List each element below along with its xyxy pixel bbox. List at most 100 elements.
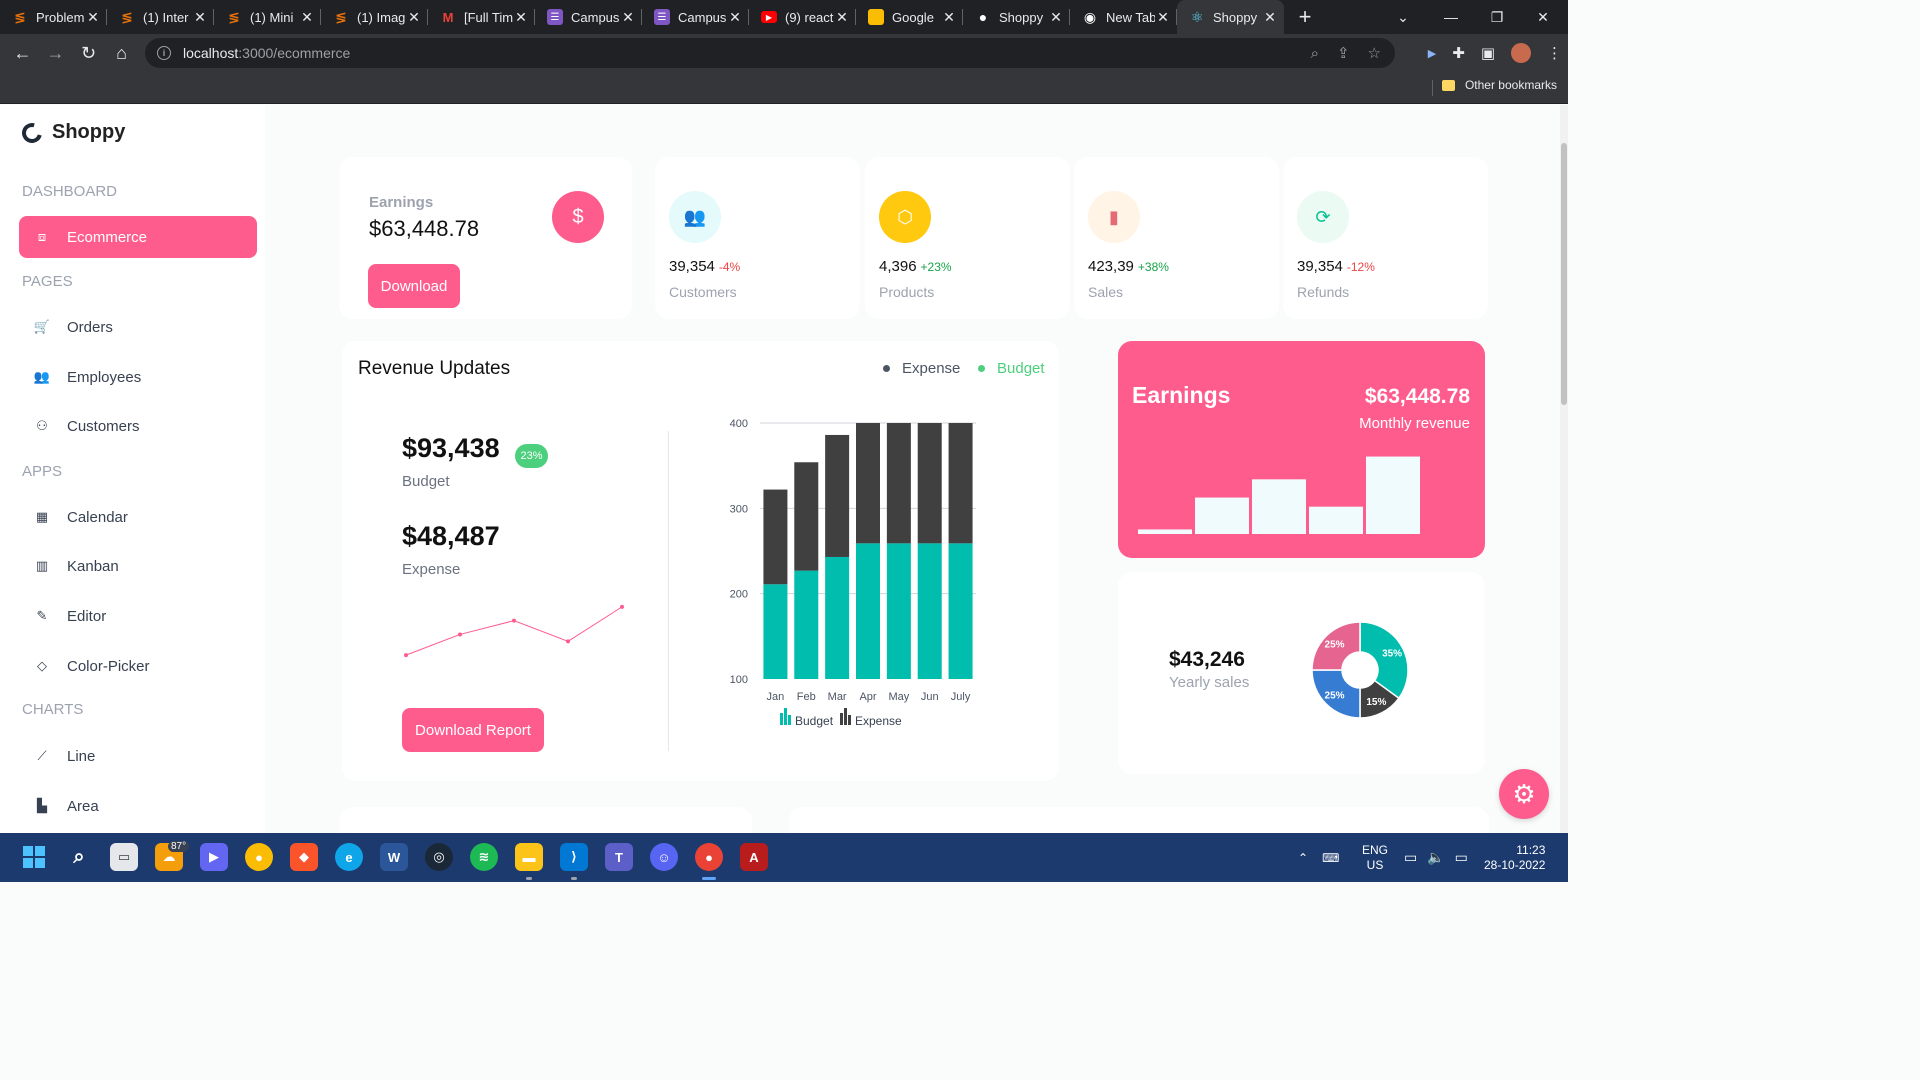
site-info-icon[interactable]: i — [157, 46, 171, 60]
brand[interactable]: Shoppy — [18, 118, 125, 147]
steam-icon[interactable]: ◎ — [425, 843, 453, 871]
close-tab-icon[interactable]: ✕ — [406, 9, 422, 26]
brave-icon[interactable]: ◆ — [290, 843, 318, 871]
back-icon[interactable]: ← — [6, 34, 39, 72]
monthly-bar[interactable] — [1309, 506, 1363, 534]
sidebar-item-calendar[interactable]: ▦ Calendar — [19, 496, 257, 538]
close-tab-icon[interactable]: ✕ — [192, 9, 208, 26]
network-icon[interactable]: ▭ — [1404, 849, 1417, 866]
task-view-icon[interactable]: ▭ — [110, 843, 138, 871]
monthly-bar[interactable] — [1138, 529, 1192, 534]
browser-tab[interactable]: M [Full Tim ✕ — [428, 0, 535, 34]
vscode-icon[interactable]: ⟩ — [560, 843, 588, 871]
monthly-bar[interactable] — [1252, 479, 1306, 534]
zoom-icon[interactable]: ⌕ — [1311, 45, 1319, 62]
keyboard-icon[interactable]: ⌨ — [1322, 851, 1339, 865]
browser-tab[interactable]: ☰ Campus ✕ — [535, 0, 642, 34]
close-tab-icon[interactable]: ✕ — [727, 9, 743, 26]
teams-chat-icon[interactable]: ▶ — [200, 843, 228, 871]
sidebar-item-ecommerce[interactable]: ⧈ Ecommerce — [19, 216, 257, 258]
sidebar-item-line[interactable]: ⟋ Line — [19, 735, 257, 777]
browser-tab[interactable]: ⚛ Shoppy ✕ — [1177, 0, 1284, 34]
sidebar-item-employees[interactable]: 👥 Employees — [19, 356, 257, 398]
download-button[interactable]: Download — [368, 264, 460, 308]
new-tab-button[interactable]: + — [1290, 4, 1320, 30]
sidebar-item-editor[interactable]: ✎ Editor — [19, 595, 257, 637]
sparkline-point[interactable] — [512, 618, 516, 623]
spotify-icon[interactable]: ≋ — [470, 843, 498, 871]
browser-tab[interactable]: Google ✕ — [856, 0, 963, 34]
close-tab-icon[interactable]: ✕ — [299, 9, 315, 26]
minimize-icon[interactable]: — — [1428, 0, 1474, 34]
browser-tab[interactable]: ≶ Problem ✕ — [0, 0, 107, 34]
close-tab-icon[interactable]: ✕ — [1048, 9, 1064, 26]
browser-tab[interactable]: ≶ (1) Mini ✕ — [214, 0, 321, 34]
bar-expense[interactable] — [825, 434, 850, 557]
sparkline-point[interactable] — [404, 653, 408, 658]
bar-expense[interactable] — [794, 462, 819, 571]
scrollbar-thumb[interactable] — [1561, 143, 1567, 405]
browser-tab[interactable]: ▶ (9) react ✕ — [749, 0, 856, 34]
edge-icon[interactable]: e — [335, 843, 363, 871]
bar-budget[interactable] — [856, 543, 880, 679]
chrome-active-icon[interactable]: ● — [695, 843, 723, 871]
bar-expense[interactable] — [856, 423, 880, 544]
sidebar-item-orders[interactable]: 🛒 Orders — [19, 306, 257, 348]
close-tab-icon[interactable]: ✕ — [834, 9, 850, 26]
acrobat-icon[interactable]: A — [740, 843, 768, 871]
monthly-bar[interactable] — [1195, 497, 1249, 534]
teams-icon[interactable]: T — [605, 843, 633, 871]
share-icon[interactable]: ⇪ — [1337, 44, 1350, 62]
chart-legend-item[interactable]: Expense — [840, 708, 902, 728]
download-report-button[interactable]: Download Report — [402, 708, 544, 752]
monthly-bar[interactable] — [1366, 456, 1420, 534]
extension-icon[interactable]: ▶ — [1428, 47, 1436, 60]
close-tab-icon[interactable]: ✕ — [1262, 9, 1278, 26]
close-tab-icon[interactable]: ✕ — [620, 9, 636, 26]
bar-budget[interactable] — [794, 570, 819, 679]
browser-tab[interactable]: ● Shoppy ✕ — [963, 0, 1070, 34]
bar-budget[interactable] — [763, 584, 788, 679]
bar-budget[interactable] — [825, 556, 850, 679]
tab-search-icon[interactable]: ⌄ — [1380, 0, 1426, 34]
other-bookmarks[interactable]: Other bookmarks — [1441, 78, 1557, 92]
menu-kebab-icon[interactable]: ⋮ — [1547, 44, 1562, 62]
settings-gear-button[interactable]: ⚙ — [1499, 769, 1549, 819]
sparkline-point[interactable] — [458, 632, 462, 637]
sidebar-item-area[interactable]: ▙ Area — [19, 785, 257, 827]
sidebar-item-customers[interactable]: ⚇ Customers — [19, 405, 257, 447]
forward-icon[interactable]: → — [39, 34, 72, 72]
browser-tab[interactable]: ◉ New Tab ✕ — [1070, 0, 1177, 34]
close-window-icon[interactable]: ✕ — [1520, 0, 1566, 34]
restore-icon[interactable]: ❐ — [1474, 0, 1520, 34]
close-tab-icon[interactable]: ✕ — [1155, 9, 1171, 26]
discord-icon[interactable]: ☺ — [650, 843, 678, 871]
address-bar[interactable]: i localhost:3000/ecommerce ⌕ ⇪ ☆ — [145, 38, 1395, 68]
clock[interactable]: 11:23 28-10-2022 — [1484, 843, 1545, 873]
language-indicator[interactable]: ENG US — [1362, 843, 1388, 873]
home-icon[interactable]: ⌂ — [105, 34, 138, 72]
side-panel-icon[interactable]: ▣ — [1481, 44, 1495, 62]
refresh-icon[interactable]: ⟳ — [1297, 191, 1349, 243]
battery-icon[interactable]: ▭ — [1455, 849, 1468, 866]
scrollbar[interactable] — [1560, 105, 1568, 833]
bar-budget[interactable] — [917, 543, 942, 679]
bar-expense[interactable] — [763, 489, 788, 585]
browser-tab[interactable]: ≶ (1) Imag ✕ — [321, 0, 428, 34]
sidebar-item-color-picker[interactable]: ◇ Color-Picker — [19, 645, 257, 687]
file-explorer-icon[interactable]: ▬ — [515, 843, 543, 871]
reload-icon[interactable]: ↻ — [72, 34, 105, 72]
bar-expense[interactable] — [917, 423, 942, 544]
extensions-puzzle-icon[interactable]: ✚ — [1452, 44, 1465, 62]
profile-avatar[interactable] — [1511, 43, 1531, 63]
browser-tab[interactable]: ≶ (1) Inter ✕ — [107, 0, 214, 34]
sparkline-point[interactable] — [620, 604, 624, 609]
search-icon[interactable]: ⌕ — [65, 843, 93, 871]
customers-icon[interactable]: 👥 — [669, 191, 721, 243]
close-tab-icon[interactable]: ✕ — [85, 9, 101, 26]
chart-legend-item[interactable]: Budget — [780, 708, 834, 728]
sidebar-item-kanban[interactable]: ▥ Kanban — [19, 545, 257, 587]
bar-expense[interactable] — [886, 423, 911, 544]
sparkline-point[interactable] — [566, 639, 570, 644]
bar-expense[interactable] — [948, 423, 973, 544]
